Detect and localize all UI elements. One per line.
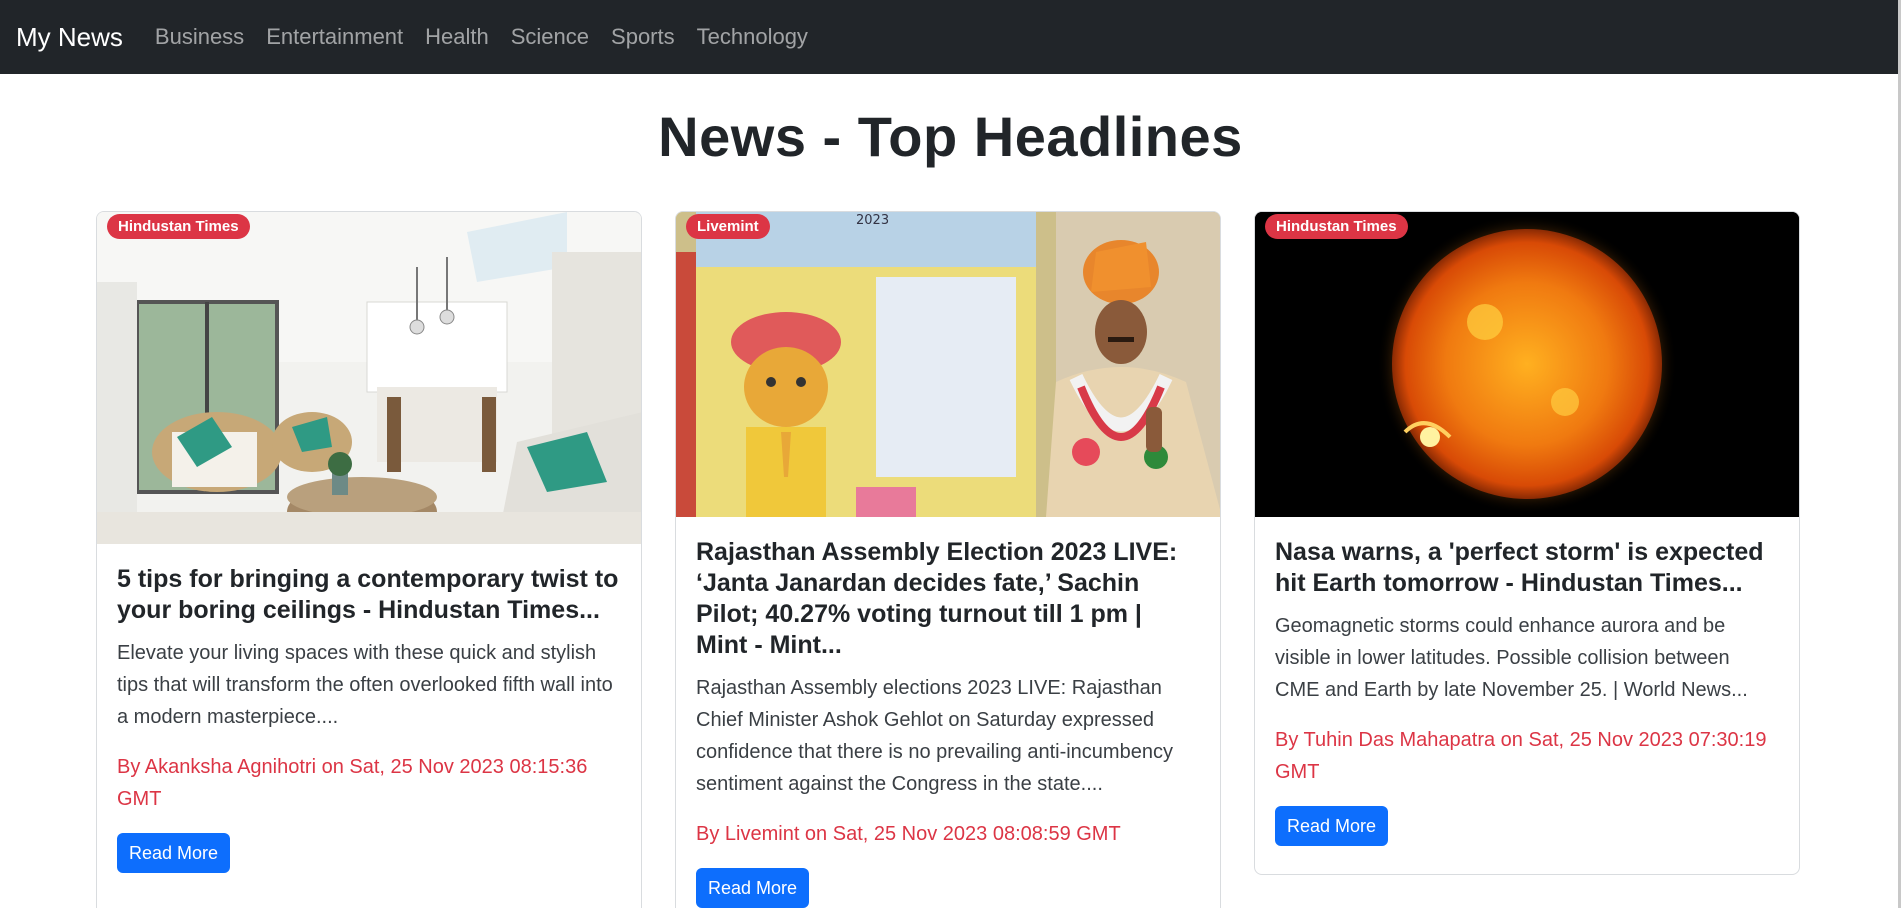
read-more-button[interactable]: Read More bbox=[117, 833, 231, 873]
article-description: Rajasthan Assembly elections 2023 LIVE: … bbox=[696, 677, 1173, 795]
nav-link-science[interactable]: Science bbox=[511, 24, 589, 50]
news-card-2: Livemint 2023 Rajasthan Assembly Electio… bbox=[675, 211, 1221, 908]
read-more-button[interactable]: Read More bbox=[1275, 806, 1389, 846]
article-byline: By Tuhin Das Mahapatra on Sat, 25 Nov 20… bbox=[1275, 729, 1767, 783]
page-title: News - Top Headlines bbox=[658, 105, 1243, 168]
article-image: Livemint 2023 bbox=[676, 212, 1220, 517]
article-title: Nasa warns, a 'perfect storm' is expecte… bbox=[1275, 538, 1764, 597]
nav-link-sports[interactable]: Sports bbox=[611, 24, 675, 50]
nav-link-business[interactable]: Business bbox=[155, 24, 244, 50]
article-title: 5 tips for bringing a contemporary twist… bbox=[117, 565, 619, 624]
article-byline: By Livemint on Sat, 25 Nov 2023 08:08:59… bbox=[696, 823, 1121, 845]
article-description: Elevate your living spaces with these qu… bbox=[117, 642, 613, 728]
article-description: Geomagnetic storms could enhance aurora … bbox=[1275, 615, 1748, 701]
source-badge: Hindustan Times bbox=[107, 214, 250, 239]
news-card-1: Hindustan Times 5 tips for bringing a co… bbox=[96, 211, 642, 908]
source-badge: Hindustan Times bbox=[1265, 214, 1408, 239]
article-byline: By Akanksha Agnihotri on Sat, 25 Nov 202… bbox=[117, 756, 588, 810]
poster-year: 2023 bbox=[856, 213, 889, 228]
nav-link-technology[interactable]: Technology bbox=[697, 24, 808, 50]
living-room-photo-icon bbox=[97, 212, 641, 544]
nav-link-health[interactable]: Health bbox=[425, 24, 489, 50]
article-image: Hindustan Times bbox=[97, 212, 641, 544]
navbar: My News Business Entertainment Health Sc… bbox=[0, 0, 1901, 74]
article-image: Hindustan Times bbox=[1255, 212, 1799, 517]
read-more-button[interactable]: Read More bbox=[696, 868, 810, 908]
sun-photo-icon bbox=[1255, 212, 1799, 517]
source-badge: Livemint bbox=[686, 214, 770, 239]
nav-link-entertainment[interactable]: Entertainment bbox=[266, 24, 403, 50]
brand-link[interactable]: My News bbox=[16, 22, 123, 53]
voter-photo-icon: 2023 bbox=[676, 212, 1220, 517]
article-title: Rajasthan Assembly Election 2023 LIVE: ‘… bbox=[696, 538, 1178, 659]
news-card-3: Hindustan Times Nasa warns, a 'perfect s… bbox=[1254, 211, 1800, 875]
